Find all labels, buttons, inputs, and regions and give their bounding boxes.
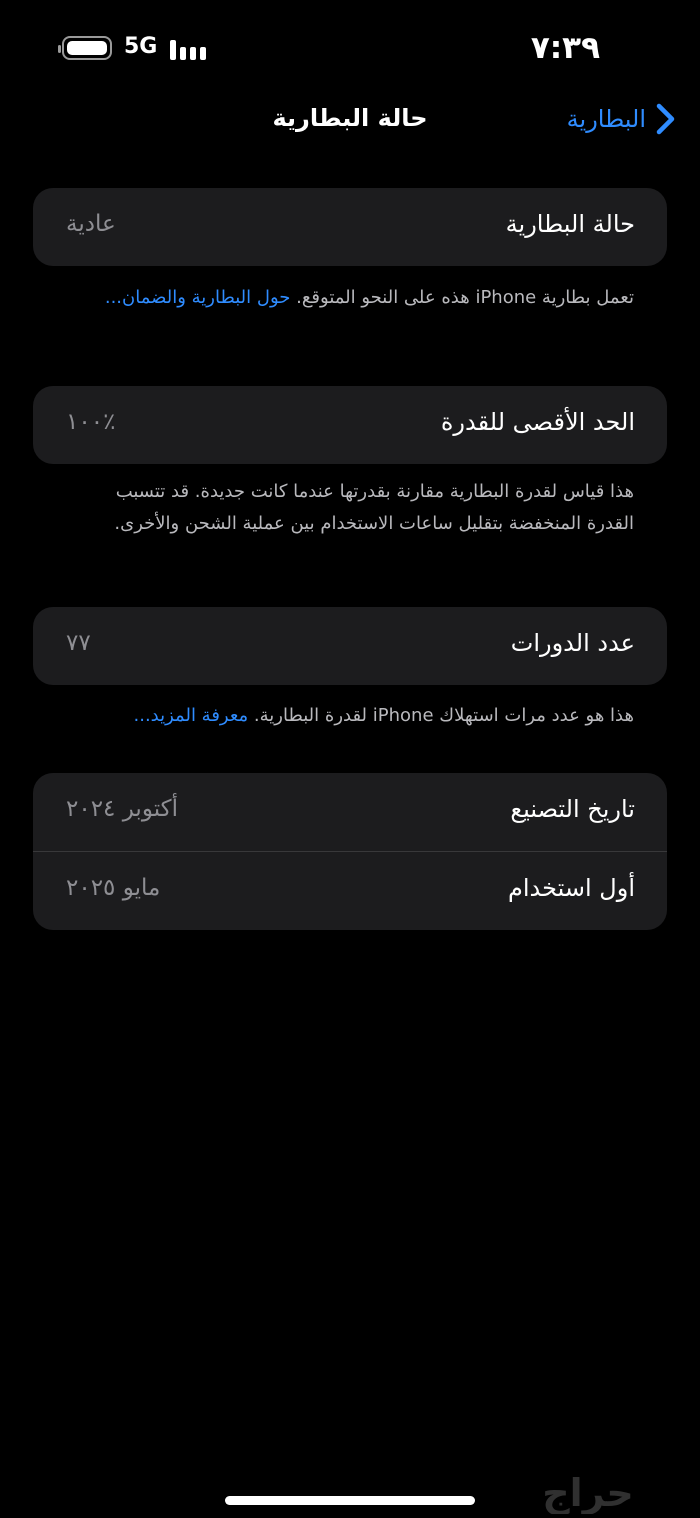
battery-health-screen: 5G ٧:٣٩ حالة البطارية البطارية حالة البط…	[0, 0, 700, 1518]
chevron-back-icon	[656, 103, 675, 135]
first-use-row: أول استخدام مايو ٢٠٢٥	[33, 852, 667, 930]
battery-icon	[58, 36, 112, 60]
maximum-capacity-label: الحد الأقصى للقدرة	[440, 408, 635, 436]
battery-health-footer: تعمل بطارية iPhone هذه على النحو المتوقع…	[66, 282, 634, 314]
manufacture-date-row: تاريخ التصنيع أكتوبر ٢٠٢٤	[33, 773, 667, 851]
maximum-capacity-footer-text: هذا قياس لقدرة البطارية مقارنة بقدرتها ع…	[114, 481, 634, 534]
cycle-count-group: عدد الدورات ٧٧	[33, 607, 667, 685]
cycle-count-footer-text: هذا هو عدد مرات استهلاك iPhone لقدرة الب…	[253, 705, 634, 726]
first-use-value: مايو ٢٠٢٥	[66, 875, 161, 901]
about-battery-warranty-link[interactable]: حول البطارية والضمان...	[105, 287, 291, 308]
back-button-label: البطارية	[566, 105, 646, 133]
learn-more-link[interactable]: معرفة المزيد...	[134, 705, 249, 726]
status-bar: 5G ٧:٣٩	[0, 0, 700, 96]
battery-health-footer-text: تعمل بطارية iPhone هذه على النحو المتوقع…	[296, 287, 634, 308]
navigation-bar: حالة البطارية البطارية	[0, 96, 700, 152]
maximum-capacity-row: الحد الأقصى للقدرة ٪١٠٠	[33, 386, 667, 464]
maximum-capacity-footer: هذا قياس لقدرة البطارية مقارنة بقدرتها ع…	[66, 476, 634, 540]
first-use-label: أول استخدام	[508, 874, 635, 902]
cellular-signal-icon	[170, 36, 206, 60]
network-type: 5G	[124, 34, 158, 59]
maximum-capacity-group: الحد الأقصى للقدرة ٪١٠٠	[33, 386, 667, 464]
battery-health-value: عادية	[66, 211, 116, 237]
cycle-count-row: عدد الدورات ٧٧	[33, 607, 667, 685]
svg-text:حراج: حراج	[542, 1471, 633, 1514]
battery-health-row: حالة البطارية عادية	[33, 188, 667, 266]
cycle-count-footer: هذا هو عدد مرات استهلاك iPhone لقدرة الب…	[66, 700, 635, 732]
manufacture-date-value: أكتوبر ٢٠٢٤	[66, 796, 178, 822]
cycle-count-value: ٧٧	[66, 630, 91, 656]
status-time: ٧:٣٩	[530, 30, 600, 66]
maximum-capacity-value: ٪١٠٠	[66, 409, 116, 435]
back-button[interactable]: البطارية	[567, 102, 680, 136]
cycle-count-label: عدد الدورات	[510, 629, 635, 657]
haraj-watermark-logo: حراج	[542, 1471, 633, 1514]
battery-dates-group: تاريخ التصنيع أكتوبر ٢٠٢٤ أول استخدام ما…	[33, 773, 667, 930]
battery-health-group: حالة البطارية عادية	[33, 188, 667, 266]
manufacture-date-label: تاريخ التصنيع	[510, 795, 635, 823]
home-indicator[interactable]	[225, 1496, 475, 1505]
battery-health-label: حالة البطارية	[505, 210, 635, 238]
